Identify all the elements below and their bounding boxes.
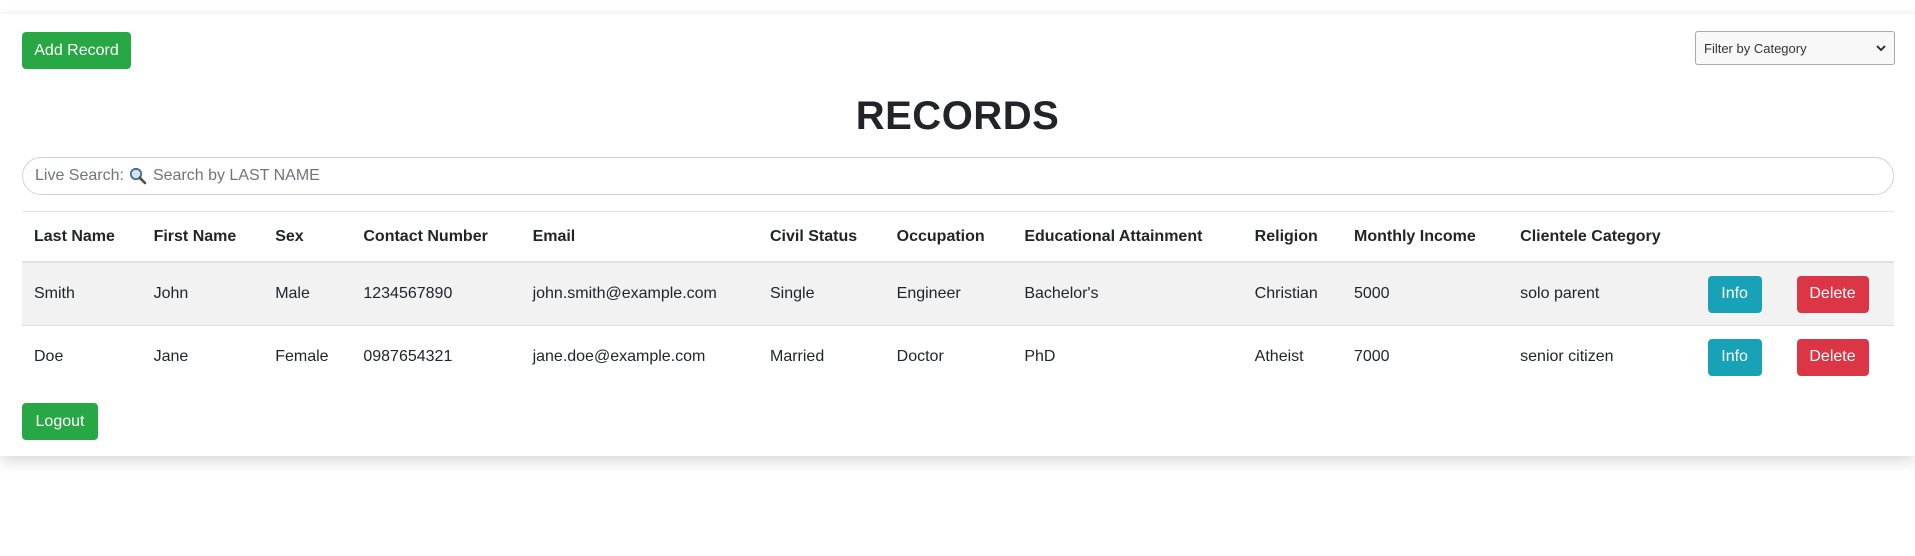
header-contact-number: Contact Number [351, 211, 521, 263]
magnifier-icon [129, 167, 147, 185]
cell-sex: Female [263, 325, 352, 388]
header-sex: Sex [263, 211, 352, 263]
cell-religion: Christian [1242, 261, 1342, 326]
delete-button[interactable]: Delete [1796, 338, 1869, 376]
table-row: Doe Jane Female 0987654321 jane.doe@exam… [22, 325, 1894, 388]
cell-contact-number: 1234567890 [351, 261, 521, 326]
cell-occupation: Engineer [884, 261, 1013, 326]
cell-civil-status: Married [757, 325, 885, 388]
cell-clientele-category: solo parent [1508, 261, 1696, 326]
cell-last-name: Smith [22, 261, 142, 326]
cell-last-name: Doe [22, 325, 142, 388]
cell-educational-attainment: PhD [1012, 325, 1243, 388]
cell-monthly-income: 5000 [1341, 261, 1509, 326]
cell-clientele-category: senior citizen [1508, 325, 1696, 388]
cell-occupation: Doctor [884, 325, 1013, 388]
chevron-down-icon [1876, 41, 1886, 55]
live-search-label: Live Search: [35, 167, 124, 184]
records-card: Add Record Filter by Category RECORDS Li… [0, 14, 1915, 456]
header-occupation: Occupation [884, 211, 1013, 263]
cell-monthly-income: 7000 [1341, 325, 1509, 388]
logout-button[interactable]: Logout [22, 403, 98, 440]
search-input[interactable] [152, 167, 1893, 185]
cell-delete-action: Delete [1784, 261, 1894, 326]
table-row: Smith John Male 1234567890 john.smith@ex… [22, 261, 1894, 326]
header-info-action [1695, 211, 1785, 263]
table-header-row: Last Name First Name Sex Contact Number … [22, 211, 1894, 263]
header-first-name: First Name [141, 211, 264, 263]
header-religion: Religion [1242, 211, 1342, 263]
cell-email: jane.doe@example.com [520, 325, 758, 388]
cell-first-name: Jane [141, 325, 264, 388]
records-table: Last Name First Name Sex Contact Number … [22, 211, 1894, 388]
filter-select-value: Filter by Category [1704, 40, 1807, 56]
delete-button[interactable]: Delete [1796, 275, 1869, 313]
header-clientele-category: Clientele Category [1508, 211, 1696, 263]
cell-email: john.smith@example.com [520, 261, 758, 326]
header-email: Email [520, 211, 758, 263]
live-search-bar[interactable]: Live Search: [22, 157, 1894, 195]
page-title: RECORDS [855, 94, 1060, 138]
cell-first-name: John [141, 261, 264, 326]
info-button[interactable]: Info [1707, 275, 1762, 313]
cell-info-action: Info [1695, 261, 1785, 326]
header-last-name: Last Name [22, 211, 142, 263]
header-monthly-income: Monthly Income [1341, 211, 1509, 263]
header-educational-attainment: Educational Attainment [1012, 211, 1243, 263]
cell-contact-number: 0987654321 [351, 325, 521, 388]
cell-educational-attainment: Bachelor's [1012, 261, 1243, 326]
cell-info-action: Info [1695, 325, 1785, 388]
add-record-button[interactable]: Add Record [22, 32, 131, 69]
cell-sex: Male [263, 261, 352, 326]
info-button[interactable]: Info [1707, 338, 1762, 376]
header-civil-status: Civil Status [757, 211, 885, 263]
cell-delete-action: Delete [1784, 325, 1894, 388]
filter-by-category-select[interactable]: Filter by Category [1695, 31, 1895, 65]
cell-religion: Atheist [1242, 325, 1342, 388]
cell-civil-status: Single [757, 261, 885, 326]
header-delete-action [1784, 211, 1894, 263]
